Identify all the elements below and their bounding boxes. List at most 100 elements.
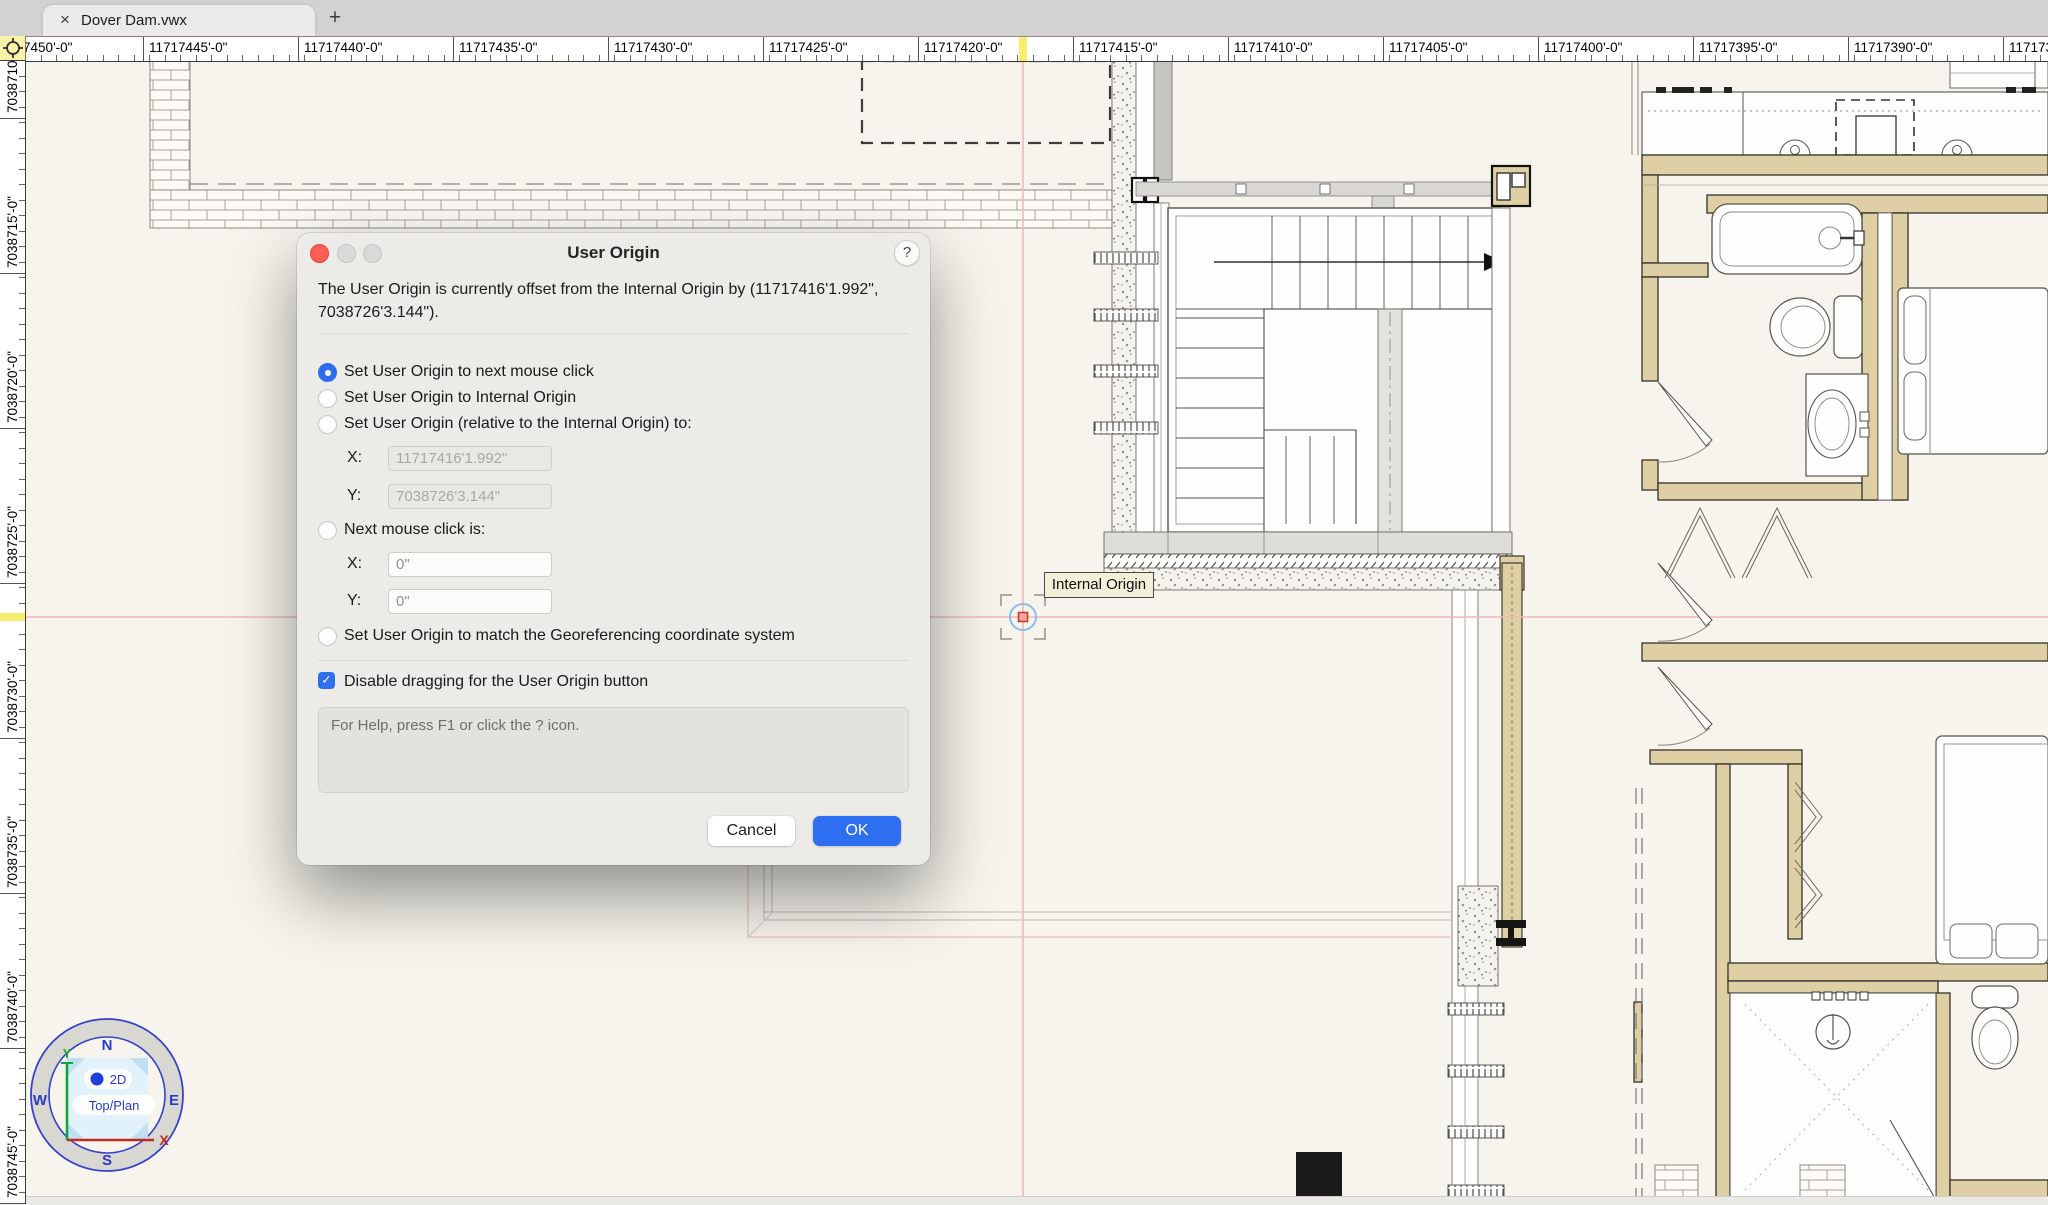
ruler-tick: [19, 153, 25, 154]
compass-west-label[interactable]: W: [33, 1092, 48, 1109]
ruler-tick: [19, 1114, 25, 1115]
ruler-division: [143, 37, 144, 61]
ruler-tick: [568, 55, 569, 61]
ruler-label: 11717435'-0": [459, 40, 537, 55]
ruler-tick: [1529, 55, 1530, 61]
ruler-tick: [1312, 55, 1313, 61]
ruler-tick: [211, 55, 212, 61]
ruler-division: [453, 37, 454, 61]
ruler-tick: [723, 55, 724, 61]
ruler-tick: [1544, 55, 1545, 61]
ruler-label: 11717410'-0": [1234, 40, 1312, 55]
radio-icon[interactable]: [318, 415, 337, 434]
ruler-tick: [1436, 55, 1437, 61]
ruler-tick: [2009, 55, 2010, 61]
document-tab[interactable]: × Dover Dam.vwx: [43, 5, 315, 36]
ruler-tick: [816, 55, 817, 61]
vertical-ruler[interactable]: 7038710'-0"7038715'-0"7038720'-0"7038725…: [0, 60, 26, 1204]
ruler-tick: [862, 55, 863, 61]
compass-east-label[interactable]: E: [169, 1092, 179, 1109]
radio-icon[interactable]: [318, 521, 337, 540]
ruler-tick: [1358, 55, 1359, 61]
ruler-label: 11717430'-0": [614, 40, 692, 55]
ruler-tick: [707, 55, 708, 61]
ruler-tick: [41, 55, 42, 61]
view-compass-widget[interactable]: N E S W 2D Top/Plan Y X: [22, 1010, 192, 1180]
tab-close-icon[interactable]: ×: [56, 11, 74, 29]
ruler-tick: [1234, 55, 1235, 61]
ruler-tick: [1870, 55, 1871, 61]
ruler-tick: [196, 55, 197, 61]
ruler-tick: [1653, 55, 1654, 61]
compass-north-label[interactable]: N: [102, 1037, 113, 1054]
ruler-tick: [242, 55, 243, 61]
ruler-tick: [1467, 55, 1468, 61]
bed-lower: [1936, 736, 2048, 964]
ruler-label: 7038740'-0": [5, 971, 20, 1043]
ruler-tick: [19, 122, 25, 123]
ruler-tick: [2025, 55, 2026, 61]
ruler-tick: [19, 773, 25, 774]
ruler-label: 11717385'-0": [2009, 40, 2048, 55]
ruler-label: 11717390'-0": [1854, 40, 1932, 55]
ruler-tick: [413, 55, 414, 61]
ruler-label: 7038710'-0": [5, 60, 20, 113]
ruler-tick: [19, 138, 25, 139]
ruler-tick: [1188, 55, 1189, 61]
ruler-tick: [366, 55, 367, 61]
ruler-tick: [19, 758, 25, 759]
ruler-tick: [630, 55, 631, 61]
relative-x-field[interactable]: 11717416'1.992": [388, 446, 552, 471]
ruler-tick: [19, 587, 25, 588]
ruler-tick: [1963, 55, 1964, 61]
ruler-tick: [19, 184, 25, 185]
ruler-tick: [103, 55, 104, 61]
horizontal-ruler[interactable]: 11717450'-0"11717445'-0"11717440'-0"1171…: [25, 36, 2048, 62]
ruler-tick: [335, 55, 336, 61]
help-message-text: For Help, press F1 or click the ? icon.: [331, 717, 579, 734]
ruler-tick: [19, 277, 25, 278]
ruler-label: 7038745'-0": [5, 1126, 20, 1198]
ruler-tick: [149, 55, 150, 61]
stair-base-bands: [1104, 532, 1524, 590]
ruler-tick: [19, 1052, 25, 1053]
ruler-tick: [1498, 55, 1499, 61]
ruler-division: [0, 428, 25, 429]
new-tab-button[interactable]: +: [322, 5, 348, 31]
ruler-tick: [1203, 55, 1204, 61]
help-button[interactable]: ?: [894, 240, 920, 266]
radio-icon[interactable]: [318, 627, 337, 646]
ruler-tick: [19, 897, 25, 898]
user-origin-button[interactable]: [0, 36, 26, 61]
ruler-tick: [676, 55, 677, 61]
ruler-label: 7038730'-0": [5, 661, 20, 733]
ruler-division: [1383, 37, 1384, 61]
ruler-division: [2003, 37, 2004, 61]
relative-y-field[interactable]: 7038726'3.144": [388, 484, 552, 509]
cancel-button[interactable]: Cancel: [708, 816, 795, 846]
ruler-tick: [1560, 55, 1561, 61]
radio-icon[interactable]: [318, 363, 337, 382]
next-click-x-field[interactable]: 0": [388, 552, 552, 577]
ruler-tick: [924, 55, 925, 61]
ruler-tick: [738, 55, 739, 61]
ruler-tick: [289, 55, 290, 61]
ruler-label: 11717445'-0": [149, 40, 227, 55]
ruler-tick: [831, 55, 832, 61]
compass-south-label[interactable]: S: [102, 1152, 112, 1169]
ruler-tick: [227, 55, 228, 61]
radio-icon[interactable]: [318, 389, 337, 408]
ruler-label: 11717425'-0": [769, 40, 847, 55]
ruler-tick: [87, 55, 88, 61]
checkbox-icon[interactable]: ✓: [318, 672, 335, 689]
ruler-division: [1228, 37, 1229, 61]
ruler-tick: [1296, 55, 1297, 61]
ruler-tick: [1994, 55, 1995, 61]
ok-button[interactable]: OK: [813, 816, 901, 846]
ruler-division: [608, 37, 609, 61]
tab-bar: × Dover Dam.vwx +: [0, 0, 2048, 36]
ruler-label: 7038720'-0": [5, 351, 20, 423]
ruler-tick: [1513, 55, 1514, 61]
ruler-tick: [19, 913, 25, 914]
next-click-y-field[interactable]: 0": [388, 589, 552, 614]
